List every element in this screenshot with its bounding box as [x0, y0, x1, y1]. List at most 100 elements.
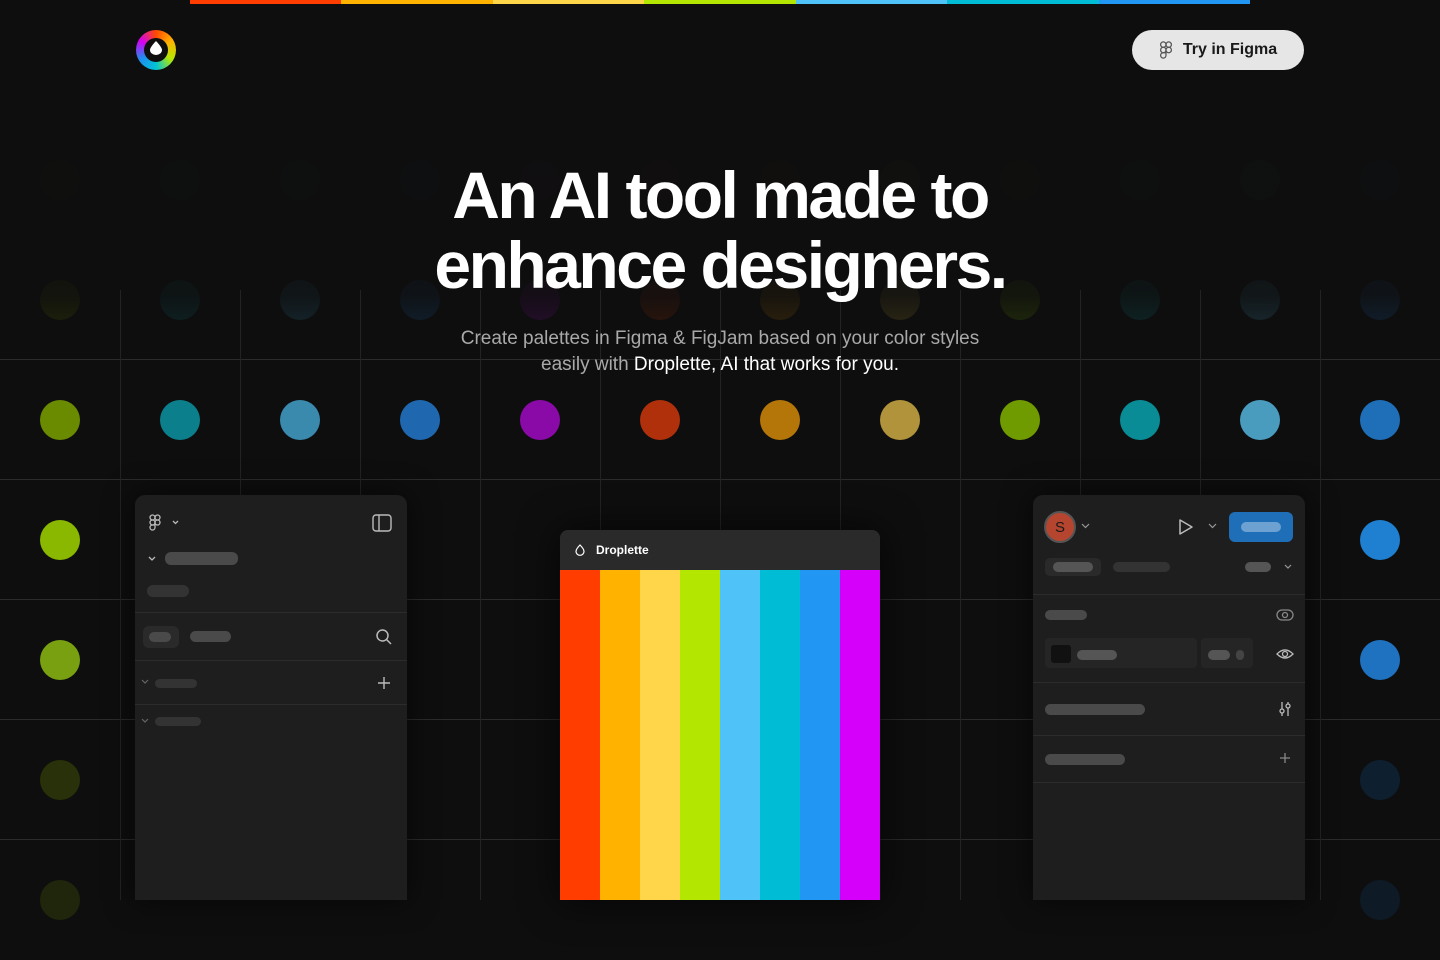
user-avatar[interactable]: S: [1044, 511, 1076, 543]
grid-cell: [1320, 360, 1440, 480]
grid-cell: [480, 360, 600, 480]
grid-line: [120, 290, 121, 900]
hero-section: An AI tool made to enhance designers. Cr…: [0, 160, 1440, 378]
panel-divider: [135, 660, 407, 661]
grid-cell: [0, 360, 120, 480]
eye-icon[interactable]: [1276, 647, 1294, 661]
palette-stripe[interactable]: [840, 570, 880, 900]
figma-layers-panel: [135, 495, 407, 900]
plus-icon[interactable]: [1279, 752, 1291, 764]
plus-icon[interactable]: [377, 676, 391, 690]
droplette-logo-icon[interactable]: [136, 30, 176, 70]
color-dot: [1360, 760, 1400, 800]
color-dot: [40, 520, 80, 560]
color-dot: [40, 760, 80, 800]
layers-tab-placeholder: [149, 632, 171, 642]
grid-line: [960, 290, 961, 900]
color-dot: [40, 640, 80, 680]
color-dot: [1360, 520, 1400, 560]
chevron-down-icon[interactable]: [1081, 523, 1090, 529]
panel-divider: [1033, 782, 1305, 783]
panel-divider: [1033, 735, 1305, 736]
color-dot: [1360, 400, 1400, 440]
color-dot: [280, 400, 320, 440]
color-dot: [160, 400, 200, 440]
prototype-tab[interactable]: [1113, 562, 1170, 572]
chevron-down-icon[interactable]: [1208, 523, 1217, 529]
grid-line: [480, 290, 481, 900]
try-in-figma-button[interactable]: Try in Figma: [1132, 30, 1304, 70]
color-dot: [1360, 640, 1400, 680]
droplet-icon: [575, 544, 585, 556]
grid-cell: [0, 720, 120, 840]
palette-stripe[interactable]: [800, 570, 840, 900]
chevron-down-icon[interactable]: [141, 718, 149, 724]
plugin-header: Droplette: [560, 530, 880, 570]
grid-cell: [0, 840, 120, 960]
color-dot: [640, 400, 680, 440]
zoom-placeholder[interactable]: [1245, 562, 1271, 572]
avatar-initial: S: [1054, 518, 1065, 536]
grid-cell: [840, 360, 960, 480]
chevron-down-icon[interactable]: [1284, 564, 1292, 570]
droplette-plugin-window: Droplette: [560, 530, 880, 900]
project-name-placeholder: [147, 585, 189, 597]
grid-cell: [1320, 600, 1440, 720]
chevron-down-icon[interactable]: [141, 679, 149, 685]
hero-subtitle: Create palettes in Figma & FigJam based …: [0, 326, 1440, 378]
palette-stripe[interactable]: [720, 570, 760, 900]
hero-subtitle-part-1: Create palettes in Figma & FigJam based …: [460, 328, 980, 349]
panel-divider: [135, 612, 407, 613]
file-name-placeholder: [165, 552, 238, 565]
color-dot: [1000, 400, 1040, 440]
share-button[interactable]: [1229, 512, 1293, 542]
hero-title-line-1: An AI tool made to: [452, 158, 990, 232]
local-styles-placeholder: [1045, 704, 1145, 715]
color-dot: [520, 400, 560, 440]
export-section-placeholder: [1045, 754, 1125, 765]
plugin-title: Droplette: [596, 543, 649, 557]
color-dot: [1360, 880, 1400, 920]
hero-subtitle-strong: Droplette, AI that works for you.: [633, 354, 899, 375]
grid-cell: [600, 360, 720, 480]
figma-menu-icon[interactable]: [149, 514, 179, 532]
color-dot: [40, 400, 80, 440]
color-dot: [40, 880, 80, 920]
opacity-unit-placeholder: [1236, 650, 1244, 660]
chevron-down-icon[interactable]: [147, 555, 157, 563]
adjustments-icon[interactable]: [1277, 701, 1293, 717]
palette-stripe[interactable]: [640, 570, 680, 900]
play-icon[interactable]: [1178, 518, 1194, 536]
panel-divider: [1033, 594, 1305, 595]
layer-item-placeholder: [155, 717, 201, 726]
grid-cell: [1320, 840, 1440, 960]
palette-stripe[interactable]: [560, 570, 600, 900]
assets-tab[interactable]: [190, 631, 231, 642]
pages-header-placeholder: [155, 679, 197, 688]
grid-cell: [120, 360, 240, 480]
site-header: Try in Figma: [0, 0, 1440, 100]
grid-cell: [1320, 720, 1440, 840]
palette-stripe[interactable]: [680, 570, 720, 900]
sidebar-toggle-icon[interactable]: [372, 514, 392, 532]
palette-stripe[interactable]: [600, 570, 640, 900]
panel-divider: [1033, 682, 1305, 683]
hero-title-line-2: enhance designers.: [434, 228, 1008, 302]
fill-color-swatch[interactable]: [1051, 645, 1071, 663]
hero-title: An AI tool made to enhance designers.: [0, 160, 1440, 300]
design-tab-placeholder: [1053, 562, 1093, 572]
page-section-placeholder: [1045, 610, 1087, 620]
palette-stripe[interactable]: [760, 570, 800, 900]
color-dot: [1120, 400, 1160, 440]
search-icon[interactable]: [375, 628, 393, 646]
palette-stripes: [560, 570, 880, 900]
figma-properties-panel: S: [1033, 495, 1305, 900]
fill-hex-placeholder: [1077, 650, 1117, 660]
color-dot: [880, 400, 920, 440]
grid-cell: [240, 360, 360, 480]
share-button-placeholder: [1241, 522, 1281, 532]
grid-cell: [0, 600, 120, 720]
grid-cell: [720, 360, 840, 480]
eye-crossed-icon[interactable]: [1276, 607, 1294, 623]
grid-cell: [360, 360, 480, 480]
